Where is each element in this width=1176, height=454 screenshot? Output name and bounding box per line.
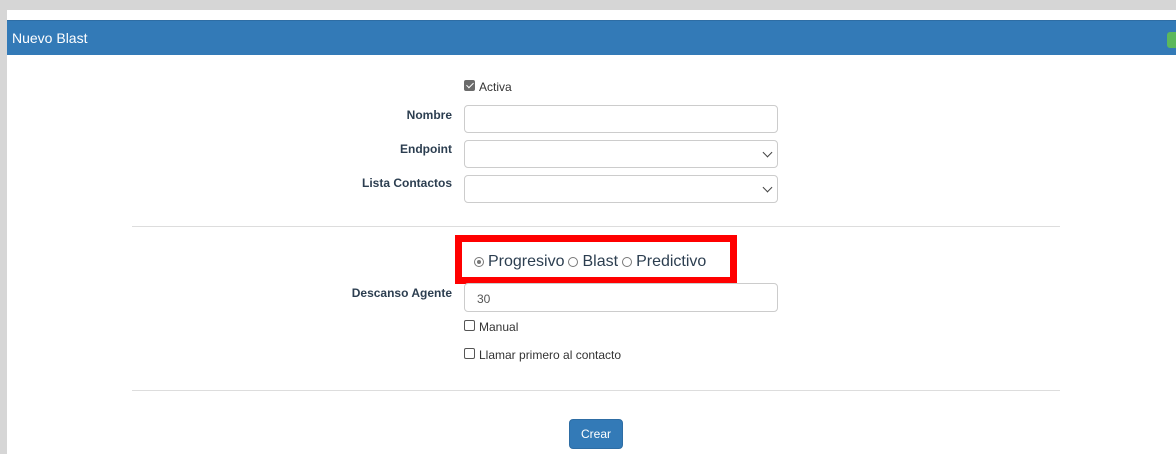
llamar-primero-label: Llamar primero al contacto xyxy=(479,348,622,362)
panel-title: Nuevo Blast xyxy=(12,30,88,46)
manual-checkbox[interactable] xyxy=(464,320,475,331)
activa-label: Activa xyxy=(479,80,512,94)
radio-blast[interactable] xyxy=(568,257,579,267)
radio-predictivo[interactable] xyxy=(622,257,633,267)
radio-blast-label: Blast xyxy=(582,253,619,270)
activa-checkbox[interactable] xyxy=(464,80,475,91)
divider xyxy=(132,390,1060,391)
chevron-down-icon xyxy=(762,182,773,193)
window-frame-left xyxy=(0,10,7,454)
manual-label: Manual xyxy=(479,320,519,334)
new-blast-panel: Nuevo Blast xyxy=(7,10,1176,454)
radio-predictivo-label: Predictivo xyxy=(636,253,707,270)
lista-contactos-label: Lista Contactos xyxy=(361,176,452,190)
descanso-agente-label: Descanso Agente xyxy=(351,286,452,300)
chevron-down-icon xyxy=(762,147,773,158)
endpoint-label: Endpoint xyxy=(400,142,452,156)
divider xyxy=(132,226,1060,227)
endpoint-select[interactable] xyxy=(464,140,778,168)
descanso-agente-input[interactable]: 30 xyxy=(464,283,778,312)
radio-progresivo[interactable] xyxy=(474,257,484,267)
add-icon[interactable] xyxy=(1167,32,1176,48)
nombre-label: Nombre xyxy=(406,108,452,122)
radio-progresivo-label: Progresivo xyxy=(488,253,565,270)
window-frame-top xyxy=(0,0,1176,10)
create-button[interactable]: Crear xyxy=(569,419,623,449)
llamar-primero-checkbox[interactable] xyxy=(464,348,475,359)
mode-radio-group: Progresivo Blast Predictivo xyxy=(474,252,710,272)
panel-header: Nuevo Blast xyxy=(7,20,1176,55)
lista-contactos-select[interactable] xyxy=(464,175,778,203)
descanso-agente-value: 30 xyxy=(477,292,491,306)
nombre-input[interactable] xyxy=(464,105,778,133)
